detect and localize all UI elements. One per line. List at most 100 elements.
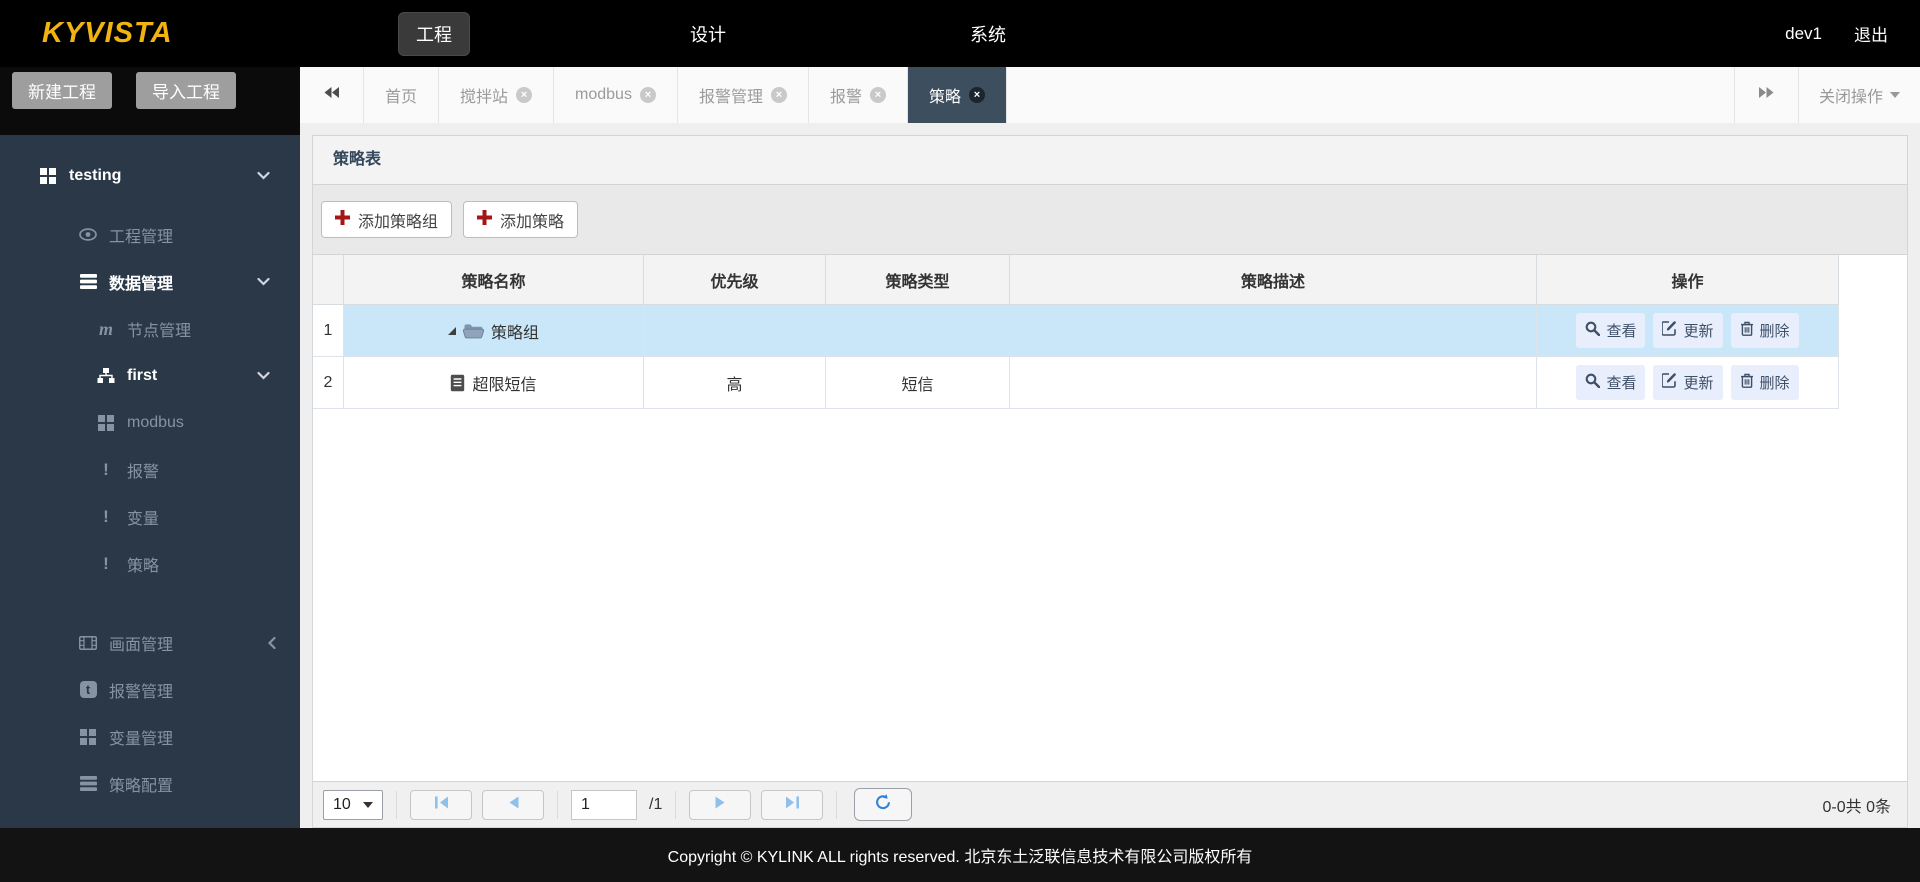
delete-button[interactable]: 删除 [1731, 365, 1799, 400]
sidebar-item-变量管理[interactable]: 变量管理 [0, 713, 300, 760]
top-bar: KYVISTA 工程设计系统 dev1 退出 [0, 0, 1920, 67]
total-pages-label: /1 [649, 796, 662, 814]
film-icon [76, 636, 100, 650]
sidebar-item-画面管理[interactable]: 画面管理 [0, 619, 300, 666]
grid-icon [94, 415, 118, 431]
app-window: KYVISTA 工程设计系统 dev1 退出 新建工程 导入工程 testing… [0, 0, 1920, 882]
add-policy-button[interactable]: 添加策略 [463, 201, 578, 238]
new-project-button[interactable]: 新建工程 [12, 72, 112, 109]
plus-icon [335, 210, 350, 230]
current-user[interactable]: dev1 [1785, 24, 1822, 44]
tab-报警[interactable]: 报警 × [809, 67, 908, 123]
action-label: 查看 [1606, 320, 1636, 341]
sidebar-item-modbus[interactable]: modbus [0, 399, 300, 446]
main-content: 首页 搅拌站 × modbus × 报警管理 × 报警 × 策略 × 关闭操作 [300, 67, 1920, 828]
m-icon: m [94, 320, 118, 338]
close-icon[interactable]: × [969, 87, 985, 103]
topnav-system[interactable]: 系统 [970, 21, 1006, 47]
database-icon [76, 776, 100, 791]
row-number-header [313, 255, 344, 305]
close-icon[interactable]: × [870, 87, 886, 103]
view-button[interactable]: 查看 [1576, 365, 1645, 400]
first-page-button[interactable] [410, 790, 472, 820]
edit-icon [1662, 373, 1677, 392]
tab-label: modbus [575, 86, 632, 104]
next-page-button[interactable] [689, 790, 751, 820]
actions-cell: 查看 更新 删除 [1537, 305, 1839, 357]
tab-label: 搅拌站 [460, 83, 508, 107]
pager-divider [836, 791, 837, 819]
column-header-策略名称[interactable]: 策略名称 [344, 255, 644, 305]
tabbar-right: 关闭操作 [1734, 67, 1920, 123]
priority-cell: 高 [644, 357, 826, 409]
sidebar-item-label: first [127, 367, 157, 385]
prev-page-button[interactable] [482, 790, 544, 820]
policy-name-cell[interactable]: 策略组 [344, 305, 644, 357]
sidebar-item-label: 画面管理 [109, 631, 173, 655]
tabs-scroll-left-button[interactable] [300, 67, 364, 123]
add-policy-group-button[interactable]: 添加策略组 [321, 201, 452, 238]
tab-报警管理[interactable]: 报警管理 × [678, 67, 809, 123]
expand-triangle-icon[interactable] [448, 327, 456, 335]
tab-label: 首页 [385, 83, 417, 107]
update-button[interactable]: 更新 [1653, 365, 1722, 400]
tabs-scroll-right-button[interactable] [1734, 67, 1798, 123]
sidebar-item-策略配置[interactable]: 策略配置 [0, 760, 300, 807]
search-icon [1585, 321, 1600, 340]
action-label: 更新 [1683, 372, 1713, 393]
row-gutter [1839, 305, 1907, 357]
refresh-icon [875, 794, 891, 815]
topnav-design[interactable]: 设计 [690, 21, 726, 47]
close-icon[interactable]: × [640, 87, 656, 103]
sidebar-item-label: 变量 [127, 505, 159, 529]
refresh-button[interactable] [854, 788, 912, 821]
sidebar-tree: testing 工程管理 数据管理 m 节点管理 first modbus ! … [0, 135, 300, 807]
edit-icon [1662, 321, 1677, 340]
tab-modbus[interactable]: modbus × [554, 67, 678, 123]
import-project-button[interactable]: 导入工程 [136, 72, 236, 109]
grid-icon [36, 168, 60, 184]
tab-label: 策略 [929, 83, 961, 107]
table-row[interactable]: 2超限短信高短信 查看 更新 删除 [313, 357, 1907, 409]
page-size-select[interactable]: 10 [323, 790, 383, 820]
sidebar-item-工程管理[interactable]: 工程管理 [0, 211, 300, 258]
close-icon[interactable]: × [771, 87, 787, 103]
close-operations-menu[interactable]: 关闭操作 [1798, 67, 1920, 123]
page-number-input[interactable] [571, 790, 637, 820]
exclamation-icon: ! [94, 508, 118, 525]
tab-策略[interactable]: 策略 × [908, 67, 1007, 123]
sidebar-item-label: 变量管理 [109, 725, 173, 749]
sidebar-item-label: modbus [127, 414, 184, 432]
sidebar-item-数据管理[interactable]: 数据管理 [0, 258, 300, 305]
sidebar-item-报警[interactable]: ! 报警 [0, 446, 300, 493]
logout-button[interactable]: 退出 [1854, 21, 1888, 46]
policy-name-cell[interactable]: 超限短信 [344, 357, 644, 409]
header-gutter [1839, 255, 1907, 305]
tab-首页[interactable]: 首页 [364, 67, 439, 123]
panel-toolbar: 添加策略组 添加策略 [312, 185, 1908, 255]
close-icon[interactable]: × [516, 87, 532, 103]
column-header-操作[interactable]: 操作 [1537, 255, 1839, 305]
sidebar-item-变量[interactable]: ! 变量 [0, 493, 300, 540]
update-button[interactable]: 更新 [1653, 313, 1722, 348]
tab-搅拌站[interactable]: 搅拌站 × [439, 67, 554, 123]
column-header-策略描述[interactable]: 策略描述 [1010, 255, 1537, 305]
view-button[interactable]: 查看 [1576, 313, 1645, 348]
sidebar-item-节点管理[interactable]: m 节点管理 [0, 305, 300, 352]
sidebar-item-报警管理[interactable]: t 报警管理 [0, 666, 300, 713]
delete-button[interactable]: 删除 [1731, 313, 1799, 348]
sidebar-item-testing[interactable]: testing [0, 151, 300, 201]
panel-title: 策略表 [312, 135, 1908, 185]
column-header-优先级[interactable]: 优先级 [644, 255, 826, 305]
sidebar-item-first[interactable]: first [0, 352, 300, 399]
column-header-策略类型[interactable]: 策略类型 [826, 255, 1010, 305]
table-row[interactable]: 1策略组 查看 更新 删除 [313, 305, 1907, 357]
next-page-icon [715, 796, 726, 814]
database-icon [76, 274, 100, 289]
topnav-project[interactable]: 工程 [398, 12, 470, 56]
chevron-down-icon [1890, 92, 1900, 98]
last-page-button[interactable] [761, 790, 823, 820]
tabs-strip: 首页 搅拌站 × modbus × 报警管理 × 报警 × 策略 × [364, 67, 1007, 123]
sidebar-item-label: 报警 [127, 458, 159, 482]
sidebar-item-策略[interactable]: ! 策略 [0, 540, 300, 587]
